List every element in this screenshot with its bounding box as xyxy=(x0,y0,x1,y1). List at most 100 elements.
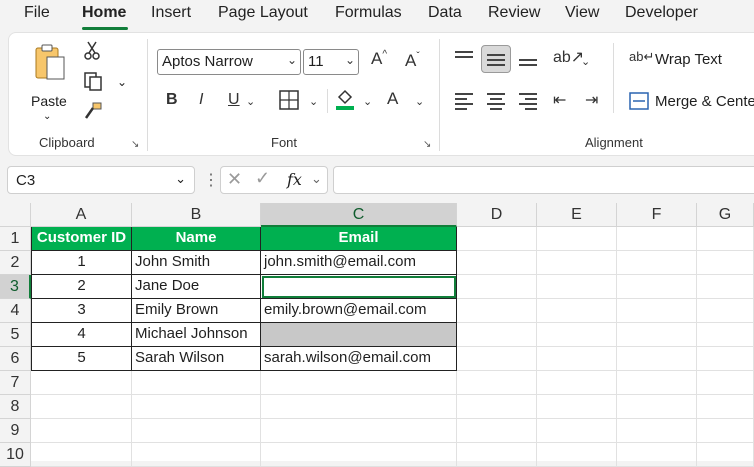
row-header-7[interactable]: 7 xyxy=(0,371,31,395)
empty-cell[interactable] xyxy=(537,395,617,419)
table-cell-name[interactable]: Sarah Wilson xyxy=(132,347,261,371)
chevron-down-icon[interactable]: ⌄ xyxy=(363,95,372,108)
empty-cell[interactable] xyxy=(697,443,754,467)
copy-icon[interactable] xyxy=(83,71,105,91)
select-all-corner[interactable] xyxy=(0,203,31,227)
empty-cell[interactable] xyxy=(697,323,754,347)
empty-cell[interactable] xyxy=(261,443,457,467)
empty-cell[interactable] xyxy=(617,347,697,371)
table-cell-name[interactable]: Jane Doe xyxy=(132,275,261,299)
row-header-8[interactable]: 8 xyxy=(0,395,31,419)
empty-cell[interactable] xyxy=(457,251,537,275)
menu-formulas[interactable]: Formulas xyxy=(335,4,402,22)
borders-icon[interactable] xyxy=(279,90,299,110)
insert-function-button[interactable]: fx xyxy=(287,170,302,189)
chevron-down-icon[interactable]: ⌄ xyxy=(246,95,255,108)
scissors-icon[interactable] xyxy=(83,41,101,61)
bold-button[interactable]: B xyxy=(166,91,178,109)
bottom-align-icon[interactable] xyxy=(519,59,537,69)
empty-cell[interactable] xyxy=(617,227,697,251)
row-header-9[interactable]: 9 xyxy=(0,419,31,443)
empty-cell[interactable] xyxy=(132,443,261,467)
menu-file[interactable]: File xyxy=(24,4,50,22)
empty-cell[interactable] xyxy=(537,323,617,347)
table-header-customer-id[interactable]: Customer ID xyxy=(31,227,132,251)
menu-page-layout[interactable]: Page Layout xyxy=(218,4,308,22)
empty-cell[interactable] xyxy=(457,299,537,323)
empty-cell[interactable] xyxy=(617,419,697,443)
menu-data[interactable]: Data xyxy=(428,4,462,22)
decrease-indent-icon[interactable]: ⇤ xyxy=(553,90,566,110)
paste-button[interactable]: Paste ⌄ xyxy=(25,41,73,123)
chevron-down-icon[interactable]: ⌄ xyxy=(415,95,424,108)
fill-color-icon[interactable] xyxy=(334,87,356,111)
empty-cell[interactable] xyxy=(537,227,617,251)
formula-input[interactable] xyxy=(333,166,754,194)
table-cell-id[interactable]: 2 xyxy=(31,275,132,299)
table-cell-id[interactable]: 3 xyxy=(31,299,132,323)
empty-cell[interactable] xyxy=(261,371,457,395)
empty-cell[interactable] xyxy=(617,323,697,347)
table-header-name[interactable]: Name xyxy=(132,227,261,251)
empty-cell[interactable] xyxy=(457,419,537,443)
empty-cell[interactable] xyxy=(261,419,457,443)
column-header-f[interactable]: F xyxy=(617,203,697,227)
row-header-1[interactable]: 1 xyxy=(0,227,31,251)
font-color-button[interactable]: A xyxy=(387,89,398,109)
empty-cell[interactable] xyxy=(697,419,754,443)
table-cell-name[interactable]: Emily Brown xyxy=(132,299,261,323)
menu-view[interactable]: View xyxy=(565,4,599,22)
empty-cell[interactable] xyxy=(457,395,537,419)
empty-cell[interactable] xyxy=(31,419,132,443)
empty-cell[interactable] xyxy=(617,275,697,299)
empty-cell[interactable] xyxy=(537,371,617,395)
table-cell-id[interactable]: 1 xyxy=(31,251,132,275)
table-header-email[interactable]: Email xyxy=(261,227,457,251)
paintbrush-icon[interactable] xyxy=(83,101,103,121)
middle-align-button[interactable] xyxy=(481,45,511,73)
empty-cell[interactable] xyxy=(697,299,754,323)
empty-cell[interactable] xyxy=(697,347,754,371)
empty-cell[interactable] xyxy=(132,371,261,395)
menu-developer[interactable]: Developer xyxy=(625,4,698,22)
font-size-dropdown[interactable]: 11 ⌄ xyxy=(303,49,359,75)
table-cell-name[interactable]: John Smith xyxy=(132,251,261,275)
empty-cell[interactable] xyxy=(132,419,261,443)
active-cell-c3[interactable] xyxy=(261,275,457,299)
empty-cell[interactable] xyxy=(697,371,754,395)
empty-cell[interactable] xyxy=(617,251,697,275)
menu-home[interactable]: Home xyxy=(82,4,126,22)
empty-cell[interactable] xyxy=(31,395,132,419)
empty-cell[interactable] xyxy=(457,227,537,251)
empty-cell[interactable] xyxy=(697,251,754,275)
shrink-font-button[interactable]: Aˇ xyxy=(405,51,420,71)
grow-font-button[interactable]: A^ xyxy=(371,49,387,69)
row-header-6[interactable]: 6 xyxy=(0,347,31,371)
empty-cell[interactable] xyxy=(457,347,537,371)
orientation-icon[interactable]: ab↗ xyxy=(553,47,584,67)
table-cell-id[interactable]: 4 xyxy=(31,323,132,347)
empty-cell[interactable] xyxy=(457,323,537,347)
empty-cell[interactable] xyxy=(31,371,132,395)
column-header-a[interactable]: A xyxy=(31,203,132,227)
font-name-dropdown[interactable]: Aptos Narrow ⌄ xyxy=(157,49,301,75)
empty-cell[interactable] xyxy=(617,299,697,323)
name-box[interactable]: C3 ⌄ xyxy=(7,166,195,194)
row-header-2[interactable]: 2 xyxy=(0,251,31,275)
empty-cell[interactable] xyxy=(697,275,754,299)
empty-cell[interactable] xyxy=(537,443,617,467)
row-header-10[interactable]: 10 xyxy=(0,443,31,467)
more-options-icon[interactable]: ⋮ xyxy=(203,170,219,190)
align-center-icon[interactable] xyxy=(487,93,505,113)
dialog-launcher-icon[interactable]: ↘ xyxy=(131,139,139,150)
empty-cell[interactable] xyxy=(697,227,754,251)
column-header-g[interactable]: G xyxy=(697,203,754,227)
menu-review[interactable]: Review xyxy=(488,4,540,22)
empty-cell[interactable] xyxy=(537,347,617,371)
empty-cell[interactable] xyxy=(457,443,537,467)
menu-insert[interactable]: Insert xyxy=(151,4,191,22)
empty-cell[interactable] xyxy=(457,275,537,299)
column-header-e[interactable]: E xyxy=(537,203,617,227)
table-cell-name[interactable]: Michael Johnson xyxy=(132,323,261,347)
empty-cell[interactable] xyxy=(617,371,697,395)
